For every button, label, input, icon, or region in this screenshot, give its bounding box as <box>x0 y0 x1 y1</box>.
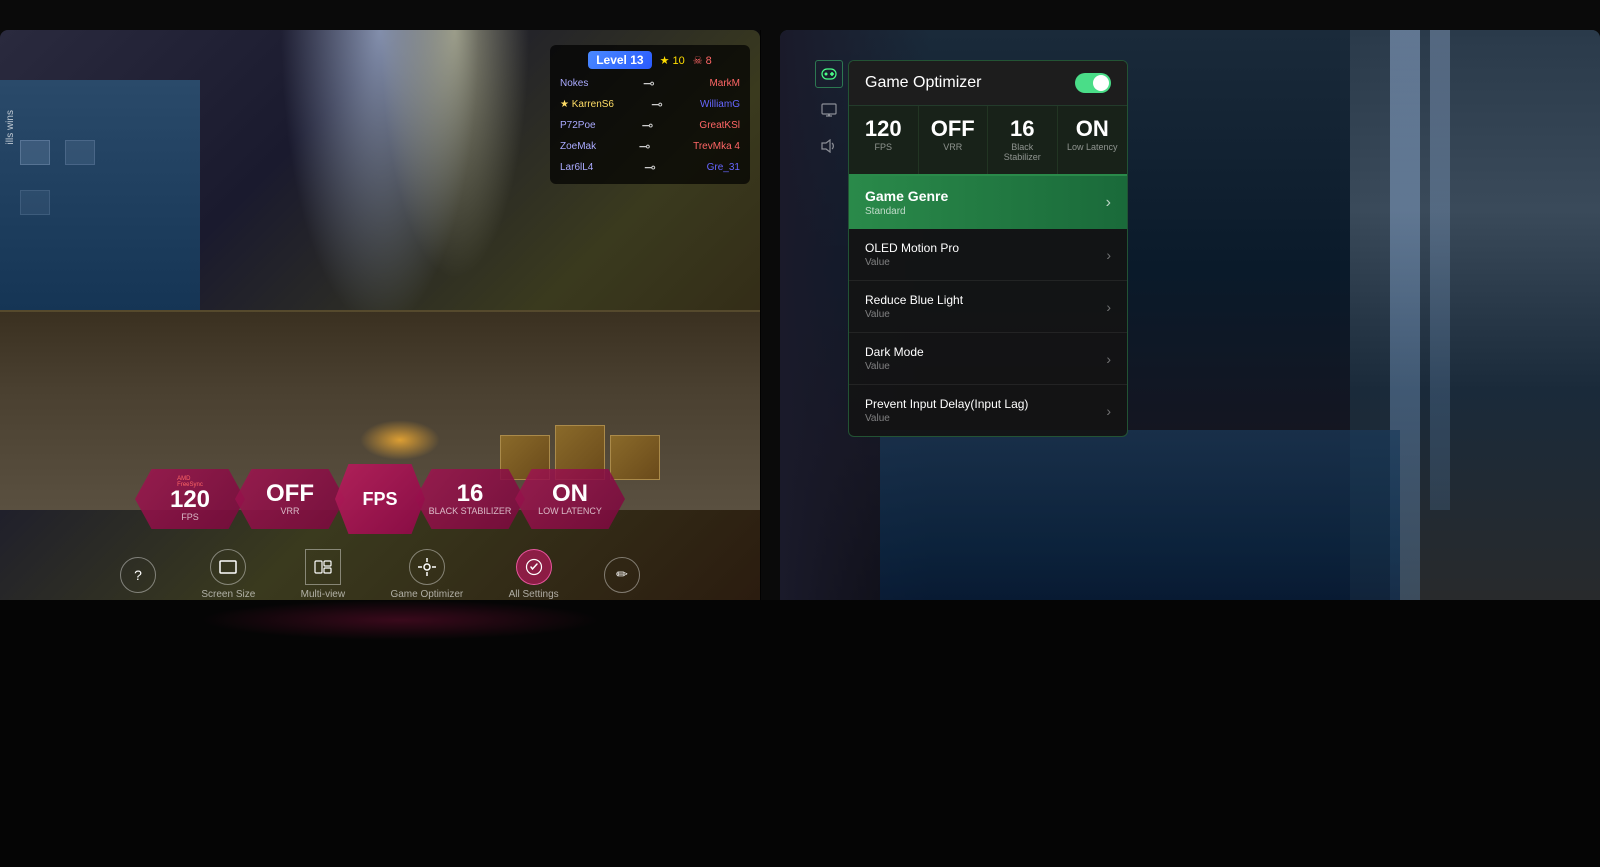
dark-mode-chevron: › <box>1106 351 1111 367</box>
floor-area <box>0 600 1600 867</box>
stats-bar: AMDFreeSync 120 FPS OFF VRR FPS <box>100 464 660 534</box>
left-bg: ills wins Level 13 ★ 10 ☠ 8 Nokes ⊸ Mark… <box>0 30 760 630</box>
panel-bs-value: 16 <box>996 118 1049 140</box>
dark-mode-value: Value <box>865 361 924 372</box>
player-row-4: ZoeMak ⊸ TrevMka 4 <box>560 136 740 157</box>
player-row-1: Nokes ⊸ MarkM <box>560 73 740 94</box>
stat-vrr: OFF VRR <box>235 469 345 529</box>
game-optimizer-label: Game Optimizer <box>390 589 463 600</box>
edit-icon: ✏ <box>616 566 628 583</box>
panel-header: Game Optimizer <box>849 61 1127 106</box>
panel-stat-black-stabilizer: 16 Black Stabilizer <box>988 106 1058 174</box>
star-count: ★ 10 <box>660 54 685 67</box>
reduce-blue-light-value: Value <box>865 309 963 320</box>
panel-stat-low-latency: ON Low Latency <box>1058 106 1128 174</box>
panel-ll-label: Low Latency <box>1066 142 1120 152</box>
input-lag-value: Value <box>865 413 1028 424</box>
right-screen: Game Optimizer 120 FPS OFF VRR 16 Blac <box>780 30 1600 630</box>
optimizer-toggle[interactable] <box>1075 73 1111 93</box>
multiview-button[interactable]: Multi-view <box>301 549 345 600</box>
setting-row-dark-mode[interactable]: Dark Mode Value › <box>849 333 1127 385</box>
toggle-knob <box>1093 75 1109 91</box>
panel-stats-row: 120 FPS OFF VRR 16 Black Stabilizer ON L… <box>849 106 1127 176</box>
game-genre-row[interactable]: Game Genre Standard › <box>849 176 1127 229</box>
controls-bar: ? Screen Size <box>100 549 660 600</box>
stat-black-stabilizer: 16 Black Stabilizer <box>415 469 525 529</box>
controller-icon[interactable] <box>815 60 843 88</box>
stat-low-latency: ON Low Latency <box>515 469 625 529</box>
genre-chevron: › <box>1106 194 1111 212</box>
screen-divider <box>760 30 761 630</box>
setting-row-blue-light[interactable]: Reduce Blue Light Value › <box>849 281 1127 333</box>
blue-light-chevron: › <box>1106 299 1111 315</box>
screen-size-button[interactable]: Screen Size <box>201 549 255 600</box>
panel-fps-value: 120 <box>857 118 910 140</box>
panel-stat-fps: 120 FPS <box>849 106 919 174</box>
genre-label: Game Genre <box>865 188 948 204</box>
stat-fps-center: FPS <box>335 464 425 534</box>
hud-overlay: ills wins Level 13 ★ 10 ☠ 8 Nokes ⊸ Mark… <box>0 30 760 630</box>
game-optimizer-panel: Game Optimizer 120 FPS OFF VRR 16 Blac <box>848 60 1128 437</box>
panel-ll-value: ON <box>1066 118 1120 140</box>
panel-vrr-label: VRR <box>927 142 980 152</box>
setting-row-input-lag[interactable]: Prevent Input Delay(Input Lag) Value › <box>849 385 1127 436</box>
input-lag-name: Prevent Input Delay(Input Lag) <box>865 397 1028 411</box>
setting-row-oled[interactable]: OLED Motion Pro Value › <box>849 229 1127 281</box>
low-latency-label: Low Latency <box>538 506 602 516</box>
black-stabilizer-label: Black Stabilizer <box>429 506 512 516</box>
panel-title: Game Optimizer <box>865 74 981 92</box>
game-optimizer-button[interactable]: Game Optimizer <box>390 549 463 600</box>
oled-motion-pro-value: Value <box>865 257 959 268</box>
score-panel: Level 13 ★ 10 ☠ 8 Nokes ⊸ MarkM ★ Karren… <box>550 45 750 184</box>
oled-chevron: › <box>1106 247 1111 263</box>
help-button[interactable]: ? <box>120 557 156 593</box>
bottom-hud: AMDFreeSync 120 FPS OFF VRR FPS <box>100 464 660 600</box>
multiview-label: Multi-view <box>301 589 345 600</box>
volume-icon[interactable] <box>815 132 843 160</box>
vrr-label: VRR <box>280 506 299 516</box>
dark-mode-name: Dark Mode <box>865 345 924 359</box>
settings-list: OLED Motion Pro Value › Reduce Blue Ligh… <box>849 229 1127 436</box>
screen-size-label: Screen Size <box>201 589 255 600</box>
level-badge: Level 13 <box>588 51 651 69</box>
kills-panel: ills wins <box>5 110 16 144</box>
black-stabilizer-value: 16 <box>457 482 484 506</box>
left-screen: ills wins Level 13 ★ 10 ☠ 8 Nokes ⊸ Mark… <box>0 30 760 630</box>
fps-value: 120 <box>170 488 210 512</box>
panel-stat-vrr: OFF VRR <box>919 106 989 174</box>
fps-label: FPS <box>181 512 199 522</box>
player-row-3: P72Poe ⊸ GreatKSl <box>560 115 740 136</box>
panel-bs-label: Black Stabilizer <box>996 142 1049 162</box>
kills-label: ills wins <box>5 110 16 144</box>
reduce-blue-light-name: Reduce Blue Light <box>865 293 963 307</box>
player-row-2: ★ KarrenS6 ⊸ WilliamG <box>560 94 740 115</box>
all-settings-label: All Settings <box>509 589 559 600</box>
right-bg: Game Optimizer 120 FPS OFF VRR 16 Blac <box>780 30 1600 630</box>
low-latency-value: ON <box>552 482 588 506</box>
skull-count: ☠ 8 <box>693 54 712 67</box>
all-settings-button[interactable]: All Settings <box>509 549 559 600</box>
panel-fps-label: FPS <box>857 142 910 152</box>
panel-vrr-value: OFF <box>927 118 980 140</box>
vrr-value: OFF <box>266 482 314 506</box>
fps-center-label: FPS <box>362 489 397 510</box>
player-row-5: Lar6lL4 ⊸ Gre_31 <box>560 157 740 178</box>
genre-value: Standard <box>865 206 948 217</box>
oled-motion-pro-name: OLED Motion Pro <box>865 241 959 255</box>
display-icon[interactable] <box>815 96 843 124</box>
left-glow <box>200 600 600 640</box>
side-icons-panel <box>815 60 843 160</box>
input-lag-chevron: › <box>1106 403 1111 419</box>
edit-button[interactable]: ✏ <box>604 557 640 593</box>
stat-fps: AMDFreeSync 120 FPS <box>135 469 245 529</box>
